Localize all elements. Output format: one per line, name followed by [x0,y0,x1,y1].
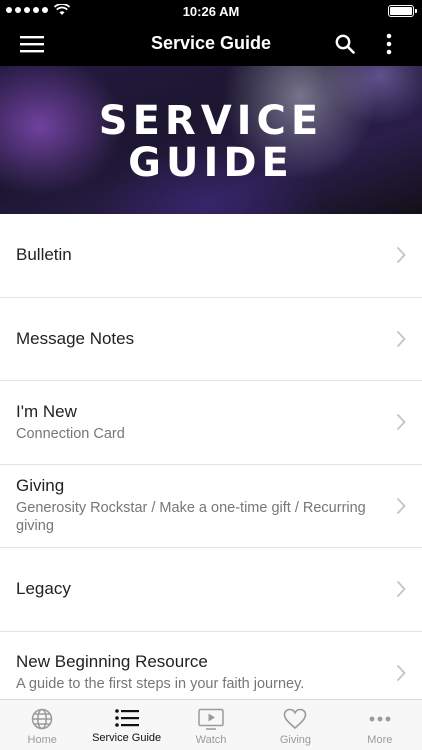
tab-watch[interactable]: Watch [169,700,253,750]
tab-bar: Home Service Guide Watch Giving More [0,699,422,750]
list-item-giving[interactable]: Giving Generosity Rockstar / Make a one-… [0,465,422,548]
tab-label: More [367,734,393,746]
list-item-title: Legacy [16,579,71,599]
list-item-message-notes[interactable]: Message Notes [0,298,422,381]
tab-giving[interactable]: Giving [253,700,337,750]
tab-label: Watch [195,734,227,746]
service-guide-list: Bulletin Message Notes I'm New Connectio… [0,214,422,699]
tab-more[interactable]: More [338,700,422,750]
chevron-right-icon [396,581,406,598]
tab-label: Giving [279,734,312,746]
chevron-right-icon [396,330,406,347]
status-time: 10:26 AM [182,4,240,19]
tab-home[interactable]: Home [0,700,84,750]
list-item-subtitle: Connection Card [16,425,125,442]
vertical-dots-icon [386,33,392,55]
tab-label: Home [27,734,57,746]
list-item-title: New Beginning Resource [16,652,208,672]
list-item-title: Message Notes [16,328,135,348]
battery-icon [388,5,417,17]
list-item-title: I'm New [16,401,77,421]
search-button[interactable] [331,30,359,58]
search-icon [335,34,355,54]
list-item-bulletin[interactable]: Bulletin [0,214,422,298]
hero-title-line2: GUIDE [128,140,294,186]
chevron-right-icon [396,414,406,431]
play-icon [198,708,224,730]
heart-icon [284,708,307,730]
status-bar: 10:26 AM [0,0,422,22]
list-icon [114,709,139,727]
list-item-title: Giving [16,476,65,496]
list-item-im-new[interactable]: I'm New Connection Card [0,381,422,465]
list-item-new-beginning-resource[interactable]: New Beginning Resource A guide to the fi… [0,632,422,700]
hero-banner: SERVICE GUIDE [0,66,422,214]
nav-bar: Service Guide [0,22,422,66]
hero-title: SERVICE GUIDE [0,100,422,184]
globe-icon [31,708,53,730]
hero-title-line1: SERVICE [98,98,324,144]
more-dots-icon [369,716,391,722]
chevron-right-icon [396,247,406,264]
overflow-menu-button[interactable] [375,30,403,58]
list-item-subtitle: A guide to the first steps in your faith… [16,676,305,693]
chevron-right-icon [396,664,406,681]
tab-label: Service Guide [92,732,162,744]
list-item-legacy[interactable]: Legacy [0,548,422,632]
tab-service-guide[interactable]: Service Guide [84,700,168,750]
list-item-subtitle: Generosity Rockstar / Make a one-time gi… [16,500,366,535]
list-item-title: Bulletin [16,245,72,265]
chevron-right-icon [396,497,406,514]
